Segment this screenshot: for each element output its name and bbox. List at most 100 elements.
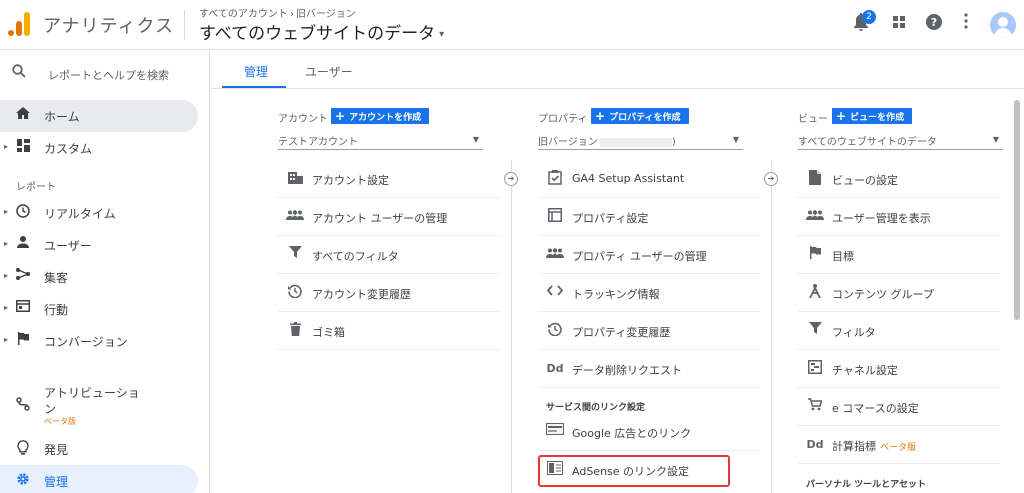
code-icon <box>546 284 564 302</box>
account-change-history[interactable]: アカウント変更履歴 <box>278 274 500 312</box>
search-placeholder: レポートとヘルプを検索 <box>48 69 169 82</box>
avatar[interactable] <box>990 12 1016 38</box>
arrow-right-circle-icon: ➔ <box>764 172 778 186</box>
admin-tabs: 管理 ユーザー <box>211 51 1024 89</box>
tab-admin[interactable]: 管理 <box>244 63 268 80</box>
search-bar[interactable]: レポートとヘルプを検索 <box>0 61 210 87</box>
column-divider <box>771 160 772 493</box>
goals[interactable]: 目標 <box>798 236 1000 274</box>
top-header: アナリティクス すべてのアカウント › 旧バージョン すべてのウェブサイトのデータ ▾… <box>0 0 1024 50</box>
person-icon <box>15 236 31 252</box>
create-account-button[interactable]: + アカウントを作成 <box>331 108 430 124</box>
sidebar-item-realtime[interactable]: ▸ リアルタイム <box>0 197 198 229</box>
tab-user[interactable]: ユーザー <box>305 63 353 80</box>
sidebar-item-attribution[interactable]: アトリビューション ベータ版 <box>0 381 198 427</box>
service-link-section-label: サービス間のリンク設定 <box>546 403 646 413</box>
help-icon[interactable]: ? <box>923 13 945 35</box>
checkbox-icon <box>546 170 564 188</box>
history-icon <box>546 322 564 340</box>
property-settings[interactable]: プロパティ設定 <box>538 198 760 236</box>
apps-grid-icon[interactable] <box>888 13 910 35</box>
menu-item-label: GA4 Setup Assistant <box>572 172 685 185</box>
content-grouping[interactable]: コンテンツ グループ <box>798 274 1000 312</box>
sidebar-item-behavior[interactable]: ▸ 行動 <box>0 293 198 325</box>
channel-icon <box>806 360 824 378</box>
sidebar-item-admin[interactable]: 管理 <box>0 465 198 493</box>
account-selector-dropdown[interactable]: テストアカウント ▼ <box>278 132 483 150</box>
plus-icon: + <box>595 109 606 123</box>
view-user-management[interactable]: ユーザー管理を表示 <box>798 198 1000 236</box>
view-settings[interactable]: ビューの設定 <box>798 160 1000 198</box>
account-user-management[interactable]: アカウント ユーザーの管理 <box>278 198 500 236</box>
view-filters[interactable]: フィルタ <box>798 312 1000 350</box>
analytics-logo-icon[interactable] <box>8 12 30 36</box>
account-selector[interactable]: すべてのウェブサイトのデータ ▾ <box>199 19 444 44</box>
menu-item-label: 目標 <box>832 250 854 263</box>
property-selector-dropdown[interactable]: 旧バージョン) ▼ <box>538 132 743 150</box>
content-group-icon <box>806 284 824 302</box>
expand-arrow-icon: ▸ <box>4 142 9 151</box>
calculated-metrics-label: 計算指標 <box>832 440 876 453</box>
expand-arrow-icon: ▸ <box>4 207 9 216</box>
behavior-icon <box>15 300 31 316</box>
sidebar-item-discover[interactable]: 発見 <box>0 433 198 465</box>
menu-item-label: コンテンツ グループ <box>832 288 934 301</box>
view-selector-dropdown[interactable]: すべてのウェブサイトのデータ ▼ <box>798 132 1003 150</box>
acquisition-icon <box>15 268 31 284</box>
expand-arrow-icon: ▸ <box>4 335 9 344</box>
reports-section-label: レポート <box>16 182 56 193</box>
people-icon <box>806 208 824 226</box>
notification-badge: 2 <box>862 10 876 24</box>
plus-icon: + <box>836 109 847 123</box>
sidebar-item-custom[interactable]: ▸ カスタム <box>0 132 198 164</box>
menu-item-label: プロパティ変更履歴 <box>572 326 671 339</box>
google-ads-link[interactable]: Google 広告とのリンク <box>538 413 760 451</box>
selected-account: テストアカウント <box>278 137 358 148</box>
menu-item-label: e コマースの設定 <box>832 402 919 415</box>
create-property-button[interactable]: + プロパティを作成 <box>591 108 689 124</box>
active-tab-indicator <box>222 86 286 88</box>
sidebar-item-home[interactable]: ホーム <box>0 100 198 132</box>
account-settings[interactable]: アカウント設定 <box>278 160 500 198</box>
window-icon <box>546 208 564 226</box>
sidebar-item-acquisition[interactable]: ▸ 集客 <box>0 261 198 293</box>
property-user-management[interactable]: プロパティ ユーザーの管理 <box>538 236 760 274</box>
menu-item-label: アカウント設定 <box>312 174 389 187</box>
sidebar-item-conversions[interactable]: ▸ コンバージョン <box>0 325 198 357</box>
document-icon <box>806 170 824 188</box>
ecommerce-settings[interactable]: e コマースの設定 <box>798 388 1000 426</box>
sidebar-item-label: 管理 <box>44 475 69 489</box>
tracking-info[interactable]: トラッキング情報 <box>538 274 760 312</box>
property-change-history[interactable]: プロパティ変更履歴 <box>538 312 760 350</box>
account-name: すべてのウェブサイトのデータ <box>199 24 436 44</box>
all-filters[interactable]: すべてのフィルタ <box>278 236 500 274</box>
search-icon <box>12 64 26 82</box>
dashboard-icon <box>15 139 31 155</box>
channel-settings[interactable]: チャネル設定 <box>798 350 1000 388</box>
beta-badge: ベータ版 <box>44 417 76 426</box>
sidebar-item-label: 行動 <box>44 303 69 317</box>
plus-icon: + <box>335 109 346 123</box>
clock-icon <box>15 204 31 220</box>
home-icon <box>15 107 31 123</box>
lightbulb-icon <box>15 440 31 456</box>
menu-item-label: データ削除リクエスト <box>572 364 682 377</box>
highlight-box <box>538 455 730 487</box>
create-view-button[interactable]: + ビューを作成 <box>832 108 913 124</box>
sidebar-item-users[interactable]: ▸ ユーザー <box>0 229 198 261</box>
menu-item-label: 計算指標 ベータ版 <box>832 438 916 454</box>
scrollbar-thumb[interactable] <box>1014 100 1020 320</box>
data-deletion-request[interactable]: Dd データ削除リクエスト <box>538 350 760 388</box>
ga4-setup-assistant[interactable]: GA4 Setup Assistant <box>538 160 760 198</box>
more-vert-icon[interactable] <box>955 13 977 35</box>
selected-property-prefix: 旧バージョン <box>538 137 598 148</box>
dd-icon: Dd <box>546 362 564 375</box>
dropdown-arrow-icon: ▼ <box>732 135 739 144</box>
menu-item-label: ゴミ箱 <box>312 326 345 339</box>
sidebar-item-label: アトリビューション <box>44 386 140 416</box>
attribution-icon <box>15 397 31 413</box>
menu-item-label: ビューの設定 <box>832 174 898 187</box>
trash[interactable]: ゴミ箱 <box>278 312 500 350</box>
breadcrumb[interactable]: すべてのアカウント › 旧バージョン <box>199 5 356 20</box>
calculated-metrics[interactable]: Dd 計算指標 ベータ版 <box>798 426 1000 464</box>
